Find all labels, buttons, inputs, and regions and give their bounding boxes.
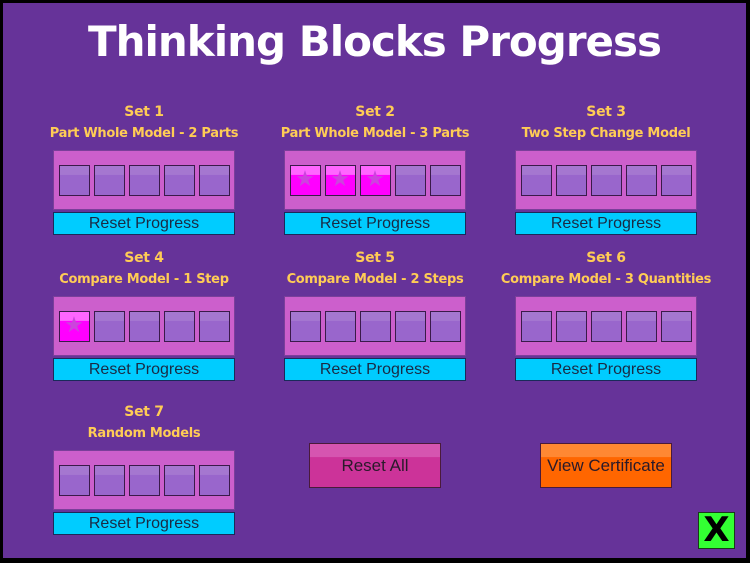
progress-box-empty [520,310,552,342]
progress-box-empty [289,310,321,342]
view-certificate-button[interactable]: View Certificate [540,443,672,488]
progress-box-empty [58,464,90,496]
star-icon: ★ [330,167,350,192]
set-number: Set 7 [124,404,164,420]
reset-all-button[interactable]: Reset All [309,443,441,488]
progress-tray [284,296,466,356]
progress-box-empty [429,310,461,342]
set-name: Compare Model - 3 Quantities [500,272,712,287]
progress-box-empty [93,464,125,496]
progress-box-empty [163,464,195,496]
progress-box-completed: ★ [289,164,321,196]
star-icon: ★ [365,167,385,192]
progress-box-completed: ★ [359,164,391,196]
set-name: Part Whole Model - 2 Parts [49,126,239,141]
progress-box-empty [429,164,461,196]
progress-box-empty [58,164,90,196]
progress-tray [53,450,235,510]
set-name: Part Whole Model - 3 Parts [280,126,470,141]
progress-box-empty [555,164,587,196]
progress-tray [515,150,697,210]
progress-box-empty [625,164,657,196]
progress-box-empty [590,310,622,342]
reset-progress-button[interactable]: Reset Progress [515,358,697,381]
progress-box-empty [163,164,195,196]
close-icon[interactable]: X [698,512,735,549]
set-number: Set 6 [586,250,626,266]
set-name: Compare Model - 2 Steps [286,272,464,287]
reset-progress-button[interactable]: Reset Progress [284,212,466,235]
progress-box-empty [520,164,552,196]
set-number: Set 3 [586,104,626,120]
progress-box-empty [163,310,195,342]
set-number: Set 2 [355,104,395,120]
progress-box-completed: ★ [58,310,90,342]
progress-box-empty [128,464,160,496]
star-icon: ★ [295,167,315,192]
progress-box-empty [128,164,160,196]
reset-progress-button[interactable]: Reset Progress [515,212,697,235]
progress-box-empty [660,310,692,342]
progress-box-empty [324,310,356,342]
set-name: Random Models [87,426,201,441]
progress-box-empty [660,164,692,196]
set-number: Set 5 [355,250,395,266]
progress-screen: Thinking Blocks Progress Set 1 Part Whol… [3,3,746,558]
progress-box-empty [359,310,391,342]
reset-progress-button[interactable]: Reset Progress [53,212,235,235]
set-number: Set 1 [124,104,164,120]
progress-box-empty [93,310,125,342]
progress-tray: ★ [53,296,235,356]
page-title: Thinking Blocks Progress [87,17,662,66]
progress-box-empty [394,164,426,196]
progress-box-empty [590,164,622,196]
set-number: Set 4 [124,250,164,266]
progress-tray: ★ ★ ★ [284,150,466,210]
set-name: Two Step Change Model [521,126,691,141]
progress-box-empty [625,310,657,342]
progress-tray [53,150,235,210]
progress-box-empty [198,310,230,342]
progress-box-completed: ★ [324,164,356,196]
progress-box-empty [198,164,230,196]
reset-progress-button[interactable]: Reset Progress [284,358,466,381]
progress-box-empty [128,310,160,342]
progress-tray [515,296,697,356]
reset-progress-button[interactable]: Reset Progress [53,512,235,535]
reset-progress-button[interactable]: Reset Progress [53,358,235,381]
progress-box-empty [394,310,426,342]
star-icon: ★ [64,313,84,338]
progress-box-empty [198,464,230,496]
progress-box-empty [555,310,587,342]
progress-box-empty [93,164,125,196]
set-name: Compare Model - 1 Step [59,272,229,287]
